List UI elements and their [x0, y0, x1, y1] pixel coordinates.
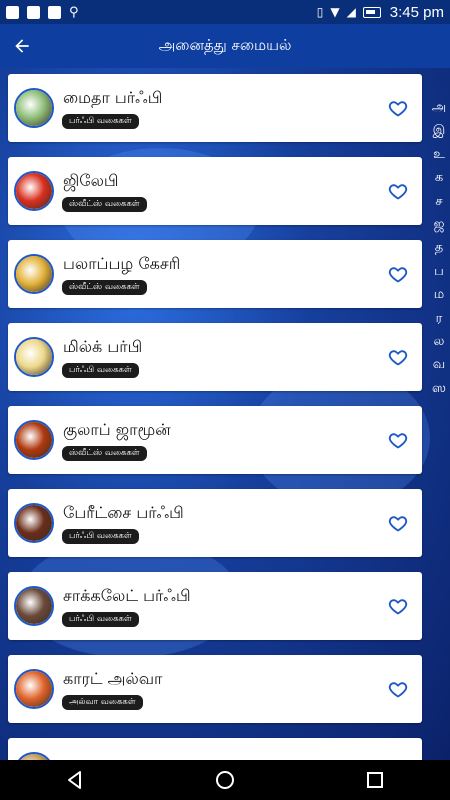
circle-home-icon	[216, 771, 234, 789]
recipe-thumbnail	[14, 669, 54, 709]
index-letter[interactable]: த	[435, 236, 443, 259]
category-badge: ஸ்வீட்ஸ் வகைகள்	[62, 446, 147, 461]
category-badge: பர்ஃபி வகைகள்	[62, 114, 139, 129]
recipe-card[interactable]: பலாப்பழ கேசரி ஸ்வீட்ஸ் வகைகள்	[8, 240, 422, 308]
index-letter[interactable]: இ	[433, 119, 446, 142]
index-letter[interactable]: ல	[434, 330, 445, 353]
recipe-card[interactable]: காரட் அல்வா அல்வா வகைகள்	[8, 655, 422, 723]
index-letter[interactable]: ம	[434, 283, 444, 306]
recipe-thumbnail	[14, 171, 54, 211]
category-badge: பர்ஃபி வகைகள்	[62, 363, 139, 378]
app-bar: அனைத்து சமையல்	[0, 24, 450, 68]
image-icon	[27, 5, 40, 19]
heart-icon[interactable]	[388, 596, 408, 616]
arrow-back-icon	[15, 39, 29, 53]
back-button[interactable]	[0, 24, 44, 68]
index-letter[interactable]: ஸ	[432, 377, 446, 400]
notification-icons: ⚲	[6, 5, 79, 20]
heart-icon[interactable]	[388, 679, 408, 699]
index-letter[interactable]: ஜ	[434, 213, 445, 236]
signal-icon: ◢	[346, 5, 356, 19]
heart-icon[interactable]	[388, 181, 408, 201]
recipe-image	[16, 173, 52, 209]
recipe-image	[16, 588, 52, 624]
recipe-image	[16, 339, 52, 375]
status-bar: ⚲ ▯ ▼ ◢ 3:45 pm	[0, 0, 450, 24]
index-letter[interactable]: வ	[433, 353, 445, 376]
recipe-image	[16, 505, 52, 541]
recipe-title: ஜிலேபி	[63, 171, 119, 190]
square-recents-icon	[367, 772, 383, 788]
heart-icon[interactable]	[388, 98, 408, 118]
battery-icon	[362, 6, 381, 18]
index-letter[interactable]: க	[435, 166, 443, 189]
index-letter[interactable]: அ	[432, 96, 446, 119]
nav-back-button[interactable]	[53, 760, 97, 800]
page-title: அனைத்து சமையல்	[158, 36, 292, 54]
recipe-card[interactable]: பேரீட்சை பர்ஃபி பர்ஃபி வகைகள்	[8, 489, 422, 557]
recipe-title: காரட் அல்வா	[63, 669, 163, 688]
recipe-card[interactable]: ஜிலேபி ஸ்வீட்ஸ் வகைகள்	[8, 157, 422, 225]
heart-icon[interactable]	[388, 264, 408, 284]
index-letter[interactable]: உ	[433, 143, 445, 166]
recipe-image	[16, 671, 52, 707]
recipe-title: மில்க் பர்பி	[63, 337, 143, 356]
recipe-card[interactable]: மில்க் பர்பி பர்ஃபி வகைகள்	[8, 323, 422, 391]
recipe-thumbnail	[14, 337, 54, 377]
notification-icon	[6, 5, 19, 19]
heart-icon[interactable]	[388, 430, 408, 450]
notification-icon	[48, 5, 61, 19]
usb-icon: ⚲	[69, 4, 79, 20]
heart-icon[interactable]	[388, 347, 408, 367]
recipe-thumbnail	[14, 586, 54, 626]
category-badge: ஸ்வீட்ஸ் வகைகள்	[62, 197, 147, 212]
recipe-title: மைதா பர்ஃபி	[63, 88, 163, 107]
recipe-thumbnail	[14, 503, 54, 543]
category-badge: பர்ஃபி வகைகள்	[62, 612, 139, 627]
navigation-bar	[0, 760, 450, 800]
wifi-icon: ▼	[330, 5, 340, 19]
index-letter[interactable]: ச	[435, 190, 442, 213]
category-badge: அல்வா வகைகள்	[62, 695, 143, 710]
status-time: 3:45 pm	[389, 3, 444, 21]
nav-recents-button[interactable]	[353, 760, 397, 800]
alphabet-index-bar[interactable]: அஇஉகசஜதபமரலவஸ	[428, 96, 450, 400]
index-letter[interactable]: ர	[436, 307, 443, 330]
recipe-title: சாக்கலேட் பர்ஃபி	[63, 586, 191, 605]
system-icons: ▯ ▼ ◢ 3:45 pm	[317, 4, 444, 21]
recipe-thumbnail	[14, 254, 54, 294]
vibrate-icon: ▯	[316, 5, 324, 19]
recipe-image	[16, 422, 52, 458]
heart-icon[interactable]	[388, 513, 408, 533]
nav-home-button[interactable]	[203, 760, 247, 800]
recipe-title: குலாப் ஜாமூன்	[63, 420, 171, 439]
recipe-title: பலாப்பழ கேசரி	[63, 254, 181, 273]
category-badge: பர்ஃபி வகைகள்	[62, 529, 139, 544]
recipe-card[interactable]: குலாப் ஜாமூன் ஸ்வீட்ஸ் வகைகள்	[8, 406, 422, 474]
recipe-thumbnail	[14, 420, 54, 460]
recipe-list: மைதா பர்ஃபி பர்ஃபி வகைகள் ஜிலேபி ஸ்வீட்ஸ் வ…	[8, 74, 422, 800]
recipe-title: பேரீட்சை பர்ஃபி	[63, 503, 184, 522]
recipe-thumbnail	[14, 88, 54, 128]
recipe-image	[16, 90, 52, 126]
recipe-card[interactable]: சாக்கலேட் பர்ஃபி பர்ஃபி வகைகள்	[8, 572, 422, 640]
category-badge: ஸ்வீட்ஸ் வகைகள்	[62, 280, 147, 295]
recipe-image	[16, 256, 52, 292]
triangle-back-icon	[68, 771, 81, 789]
index-letter[interactable]: ப	[434, 260, 444, 283]
recipe-card[interactable]: மைதா பர்ஃபி பர்ஃபி வகைகள்	[8, 74, 422, 142]
